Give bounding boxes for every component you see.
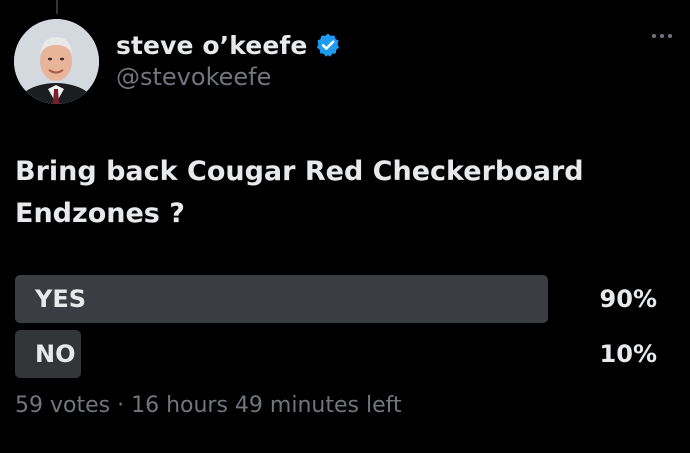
- more-options-icon[interactable]: [652, 34, 672, 38]
- poll-footer-separator: ·: [117, 393, 125, 418]
- poll: YES 90% NO 10%: [15, 275, 657, 385]
- author-handle[interactable]: @stevokeefe: [116, 63, 271, 91]
- tweet-text: Bring back Cougar Red Checkerboard Endzo…: [15, 156, 584, 229]
- verified-badge-icon: [315, 32, 341, 58]
- poll-option-no: NO 10%: [15, 330, 657, 378]
- avatar[interactable]: [14, 19, 99, 104]
- poll-option-percent: 90%: [599, 285, 657, 313]
- poll-option-label: NO: [35, 340, 76, 368]
- poll-vote-count: 59 votes: [15, 393, 111, 418]
- poll-option-label: YES: [35, 285, 87, 313]
- display-name[interactable]: steve o’keefe: [116, 31, 307, 60]
- poll-option-yes: YES 90%: [15, 275, 657, 323]
- poll-footer: 59 votes · 16 hours 49 minutes left: [15, 393, 402, 418]
- author-name-row: steve o’keefe: [116, 28, 341, 62]
- profile-photo: [14, 19, 99, 104]
- poll-time-left: 16 hours 49 minutes left: [131, 393, 402, 418]
- poll-option-percent: 10%: [599, 340, 657, 368]
- thread-connector-line: [56, 0, 58, 14]
- poll-bar-yes: [15, 275, 548, 323]
